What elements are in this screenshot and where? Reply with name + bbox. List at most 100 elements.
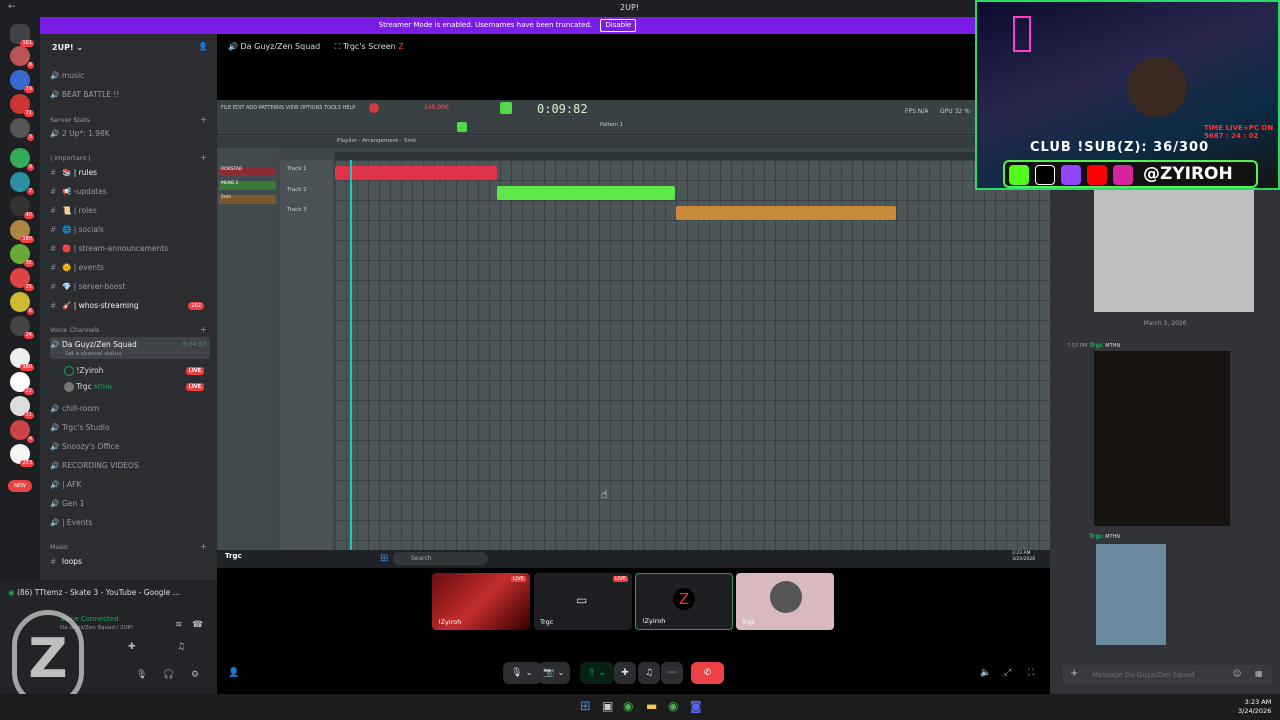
leave-call-button[interactable]: ✆ <box>691 662 724 684</box>
fullscreen-icon[interactable]: ⛶ <box>1028 668 1034 678</box>
chat-image-attachment[interactable] <box>1094 351 1230 526</box>
voice-channel[interactable]: 🔊 Gen 1 <box>50 496 210 512</box>
server-icon[interactable]: 21 <box>10 94 34 117</box>
volume-icon[interactable]: 🔈 <box>980 668 991 678</box>
voice-channel[interactable]: 🔊 Trgc's Studio <box>50 420 210 436</box>
voice-user[interactable]: Trgc MTHN LIVE <box>64 379 210 395</box>
mode-icon[interactable] <box>500 102 512 114</box>
channel-beat-battle[interactable]: 🔊 BEAT BATTLE !! <box>50 87 210 103</box>
voice-channel[interactable]: 🔊 | AFK <box>50 477 210 493</box>
channel-roles[interactable]: # 📜 | roles <box>50 203 210 219</box>
server-icon[interactable]: 8 <box>10 46 34 69</box>
channel-events[interactable]: # 🌞 | events <box>50 260 210 276</box>
share-screen-button[interactable]: ⇧ ⌄ <box>580 662 614 684</box>
server-icon[interactable]: 25 <box>10 268 34 291</box>
channel-server-boost[interactable]: # 💎 | server-boost <box>50 279 210 295</box>
settings-gear-icon[interactable]: ⚙ <box>191 670 199 680</box>
add-attachment-icon[interactable]: + <box>1070 668 1078 679</box>
channel-music[interactable]: 🔊 music <box>50 68 210 84</box>
category-music[interactable]: Music <box>50 543 69 551</box>
snap-icon[interactable] <box>457 122 467 132</box>
fl-menu[interactable]: FILE EDIT ADD PATTERNS VIEW OPTIONS TOOL… <box>221 105 355 111</box>
add-channel-icon[interactable]: + <box>200 115 207 124</box>
channel-stream-announcements[interactable]: # 🔴 | stream-announcements <box>50 241 210 257</box>
track-label[interactable]: Track 1 <box>287 166 307 172</box>
server-icon[interactable]: 6 <box>10 292 34 315</box>
disconnect-icon[interactable]: ☎ <box>192 620 203 630</box>
audio-clip-5mil[interactable] <box>676 206 896 220</box>
call-channel-name[interactable]: Da Guyz/Zen Squad <box>241 42 321 51</box>
file-explorer-icon[interactable]: ▬ <box>646 699 657 713</box>
server-icon[interactable]: 9 <box>10 148 34 171</box>
task-view-icon[interactable]: ▣ <box>602 699 613 713</box>
picker-item[interactable]: 5mil <box>219 195 276 204</box>
timeline-ruler[interactable] <box>335 152 1050 160</box>
track-label[interactable]: Track 2 <box>287 187 307 193</box>
voice-user[interactable]: !Zyiroh LIVE <box>64 363 210 379</box>
popout-icon[interactable]: ⤢ <box>1004 668 1011 678</box>
category-important[interactable]: | important | <box>50 154 91 162</box>
activities-button[interactable]: ✚ <box>614 662 636 684</box>
add-friend-icon[interactable]: 👤 <box>198 42 208 51</box>
chrome-icon[interactable]: ◉ <box>623 699 633 713</box>
fl-tempo[interactable]: 140.000 <box>424 104 449 111</box>
playhead-marker[interactable] <box>350 160 352 550</box>
audio-clip-rokstar[interactable] <box>335 166 497 180</box>
noise-suppression-icon[interactable]: ≋ <box>175 620 183 630</box>
server-icon[interactable]: 4 <box>10 420 34 443</box>
voice-channel[interactable]: 🔊 RECORDING VIDEOS <box>50 458 210 474</box>
headphones-icon[interactable]: 🎧 <box>163 670 174 680</box>
mic-icon[interactable]: 🎙 <box>136 670 147 680</box>
channel-loops[interactable]: # loops <box>50 554 210 570</box>
apps-icon[interactable]: ▦ <box>1255 669 1263 678</box>
server-icon[interactable]: 35 <box>10 244 34 267</box>
discord-icon[interactable]: ◙ <box>690 699 702 713</box>
invite-icon[interactable]: 👤 <box>228 668 239 678</box>
chat-image-attachment[interactable] <box>1096 544 1166 645</box>
add-channel-icon[interactable]: + <box>200 325 207 334</box>
participant-tile[interactable]: Z !Zyiroh <box>635 573 733 630</box>
server-icon[interactable]: 40 <box>10 196 34 219</box>
home-icon[interactable]: 161 <box>10 24 34 47</box>
message-author[interactable]: Trgc <box>1089 533 1103 540</box>
server-icon[interactable]: 180 <box>10 220 34 243</box>
participant-tile[interactable]: LIVE !Zyiroh <box>432 573 530 630</box>
server-icon[interactable]: 11 <box>10 396 34 419</box>
server-icon[interactable]: 24 <box>10 316 34 339</box>
server-icon[interactable]: 3 <box>10 118 34 141</box>
activity-tab[interactable]: ◉ (86) TTtemz - Skate 3 - YouTube - Goog… <box>8 585 208 601</box>
activities-icon[interactable]: ✚ <box>128 642 136 652</box>
channel-member-count[interactable]: 🔊 2 Up*: 1.98K <box>50 126 210 142</box>
chrome-icon[interactable]: ◉ <box>668 699 678 713</box>
disable-streamer-mode-button[interactable]: Disable <box>600 19 637 32</box>
soundboard-icon[interactable]: ♫ <box>177 642 185 652</box>
windows-start-icon[interactable]: ⊞ <box>580 699 591 714</box>
voice-channel[interactable]: 🔊 | Events <box>50 515 210 531</box>
mute-button[interactable]: 🎙 ⌄ <box>503 662 541 684</box>
server-icon[interactable]: 19 <box>10 70 34 93</box>
channel-rules[interactable]: # 📚 | rules <box>50 165 210 181</box>
voice-channel[interactable]: 🔊 chill-room <box>50 401 210 417</box>
server-name[interactable]: 2UP! ⌄ <box>52 43 83 52</box>
message-author[interactable]: Trgc <box>1089 342 1103 349</box>
add-channel-icon[interactable]: + <box>200 542 207 551</box>
voice-channel-active[interactable]: 🔊 Da Guyz/Zen Squad 6:04:33 Set a channel… <box>50 337 210 359</box>
category-voice-channels[interactable]: Voice Channels <box>50 326 99 334</box>
channel-socials[interactable]: # 🌐 | socials <box>50 222 210 238</box>
channel-updates[interactable]: # 📢 -updates <box>50 184 210 200</box>
chat-image-attachment[interactable] <box>1094 190 1254 312</box>
add-channel-icon[interactable]: + <box>200 153 207 162</box>
voice-channel[interactable]: 🔊 Snoozy's Office <box>50 439 210 455</box>
new-badge[interactable]: NEW <box>8 480 32 492</box>
picker-item[interactable]: ROKSTAR <box>219 167 276 176</box>
channel-whos-streaming[interactable]: # 🎸 | whos-streaming 262 <box>50 298 210 314</box>
soundboard-button[interactable]: ♫ <box>638 662 660 684</box>
channel-status[interactable]: Set a channel status <box>65 346 121 362</box>
server-icon[interactable]: 22 <box>10 372 34 395</box>
category-server-stats[interactable]: Server Stats <box>50 116 90 124</box>
gif-icon[interactable]: ☺ <box>1233 669 1241 678</box>
server-icon[interactable]: 380 <box>10 348 34 371</box>
more-options-button[interactable]: ⋯ <box>661 662 683 684</box>
participant-tile[interactable]: LIVE ▭ Trgc <box>534 573 632 630</box>
camera-button[interactable]: 📷 ⌄ <box>538 662 570 684</box>
